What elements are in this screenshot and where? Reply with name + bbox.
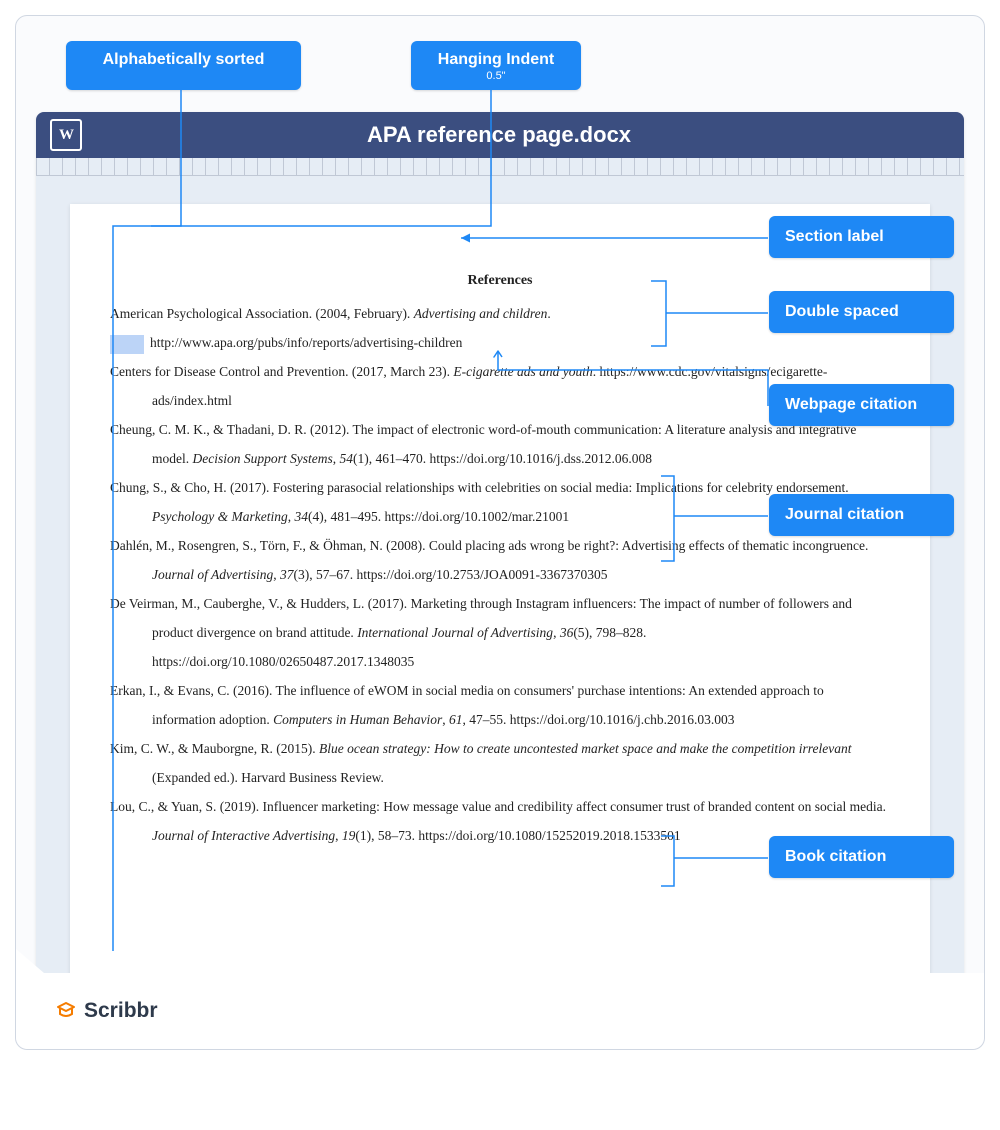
footer: Scribbr <box>16 973 984 1049</box>
indent-highlight <box>110 335 144 354</box>
scribbr-logo: Scribbr <box>54 999 158 1023</box>
label-hanging-indent-sub: 0.5" <box>433 70 559 82</box>
scribbr-logo-text: Scribbr <box>84 999 158 1023</box>
titlebar: W APA reference page.docx <box>36 112 964 158</box>
ruler <box>36 158 964 176</box>
reference-entry: Erkan, I., & Evans, C. (2016). The influ… <box>110 676 890 734</box>
label-hanging-indent: Hanging Indent 0.5" <box>411 41 581 90</box>
top-labels-row: Alphabetically sorted Hanging Indent 0.5… <box>16 16 984 112</box>
label-section-label: Section label <box>769 216 954 258</box>
label-journal-citation: Journal citation <box>769 494 954 536</box>
label-double-spaced: Double spaced <box>769 291 954 333</box>
label-book-citation: Book citation <box>769 836 954 878</box>
reference-entry: De Veirman, M., Cauberghe, V., & Hudders… <box>110 589 890 676</box>
scribbr-logo-icon <box>54 999 78 1023</box>
word-icon: W <box>50 119 82 151</box>
diagram-container: Alphabetically sorted Hanging Indent 0.5… <box>15 15 985 1050</box>
reference-entry: Kim, C. W., & Mauborgne, R. (2015). Blue… <box>110 734 890 792</box>
label-webpage-citation: Webpage citation <box>769 384 954 426</box>
label-hanging-indent-text: Hanging Indent <box>438 51 554 68</box>
label-alphabetical: Alphabetically sorted <box>66 41 301 90</box>
reference-entry: Dahlén, M., Rosengren, S., Törn, F., & Ö… <box>110 531 890 589</box>
document-title: APA reference page.docx <box>82 122 916 148</box>
